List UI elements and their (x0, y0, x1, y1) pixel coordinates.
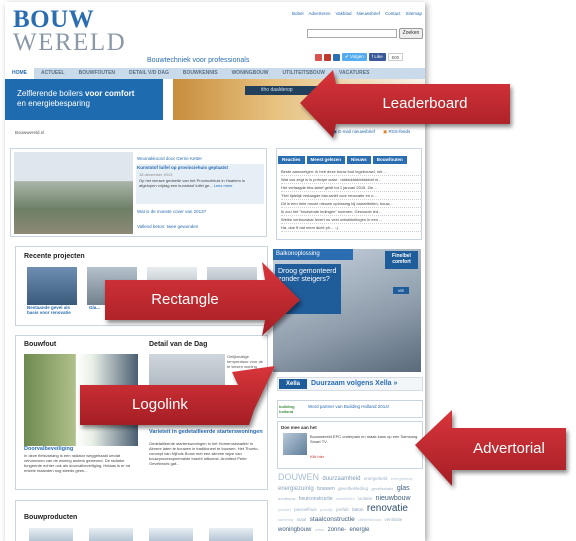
rectangle-callout: Rectangle (151, 291, 219, 308)
logolink-callout: Logolink (132, 396, 188, 413)
advertorial-callout: Advertorial (473, 440, 545, 457)
page: BOUW WERELD Bouwtechniek voor profession… (0, 0, 576, 541)
leaderboard-callout: Leaderboard (382, 95, 468, 112)
